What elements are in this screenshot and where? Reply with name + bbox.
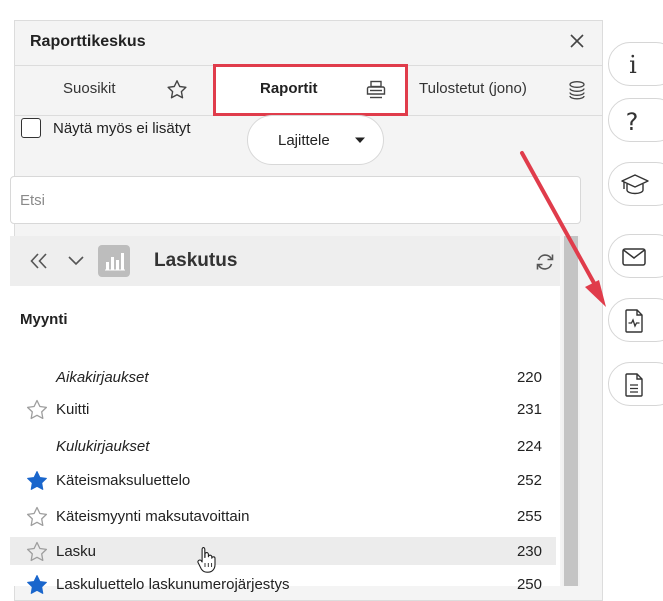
star-outline-icon[interactable] (25, 541, 49, 563)
tab-reports-label: Raportit (260, 80, 318, 97)
report-number: 220 (516, 369, 542, 386)
report-name: Laskuluettelo laskunumerojärjestys (56, 576, 290, 593)
report-row[interactable]: Käteismyynti maksutavoittain 255 (10, 502, 556, 530)
section-title: Myynti (20, 311, 68, 328)
sort-label: Lajittele (278, 132, 330, 149)
show-not-added-checkbox[interactable] (21, 118, 41, 138)
report-row[interactable]: Aikakirjaukset 220 (10, 363, 556, 391)
report-row[interactable]: Laskuluettelo laskunumerojärjestys 250 (10, 570, 556, 598)
refresh-icon[interactable] (534, 251, 556, 273)
report-number: 224 (516, 438, 542, 455)
tab-favorites[interactable]: Suosikit (15, 65, 211, 115)
report-name: Aikakirjaukset (56, 369, 149, 386)
report-number: 231 (516, 401, 542, 418)
report-name: Lasku (56, 543, 97, 560)
info-icon: i (629, 51, 637, 79)
star-filled-icon[interactable] (25, 574, 49, 596)
report-row[interactable]: Kulukirjaukset 224 (10, 432, 556, 460)
close-icon[interactable] (566, 30, 588, 52)
group-header: Laskutus (10, 236, 560, 287)
report-name: Käteismaksuluettelo (56, 472, 191, 489)
tab-favorites-label: Suosikit (63, 80, 116, 97)
report-name: Käteismyynti maksutavoittain (56, 508, 250, 525)
report-name: Kulukirjaukset (56, 438, 150, 455)
report-number: 252 (516, 472, 542, 489)
report-number: 255 (516, 508, 542, 525)
report-row[interactable]: Lasku 230 (10, 537, 556, 565)
documents-button[interactable] (608, 362, 663, 406)
graduation-cap-icon (621, 174, 649, 195)
svg-text:?: ? (626, 108, 639, 135)
show-not-added-label: Näytä myös ei lisätyt (53, 120, 191, 137)
mail-icon (622, 248, 646, 266)
document-icon (625, 373, 643, 397)
star-filled-icon[interactable] (25, 470, 49, 492)
scrollbar-thumb[interactable] (564, 236, 578, 586)
report-group-icon (98, 245, 130, 277)
stack-icon (569, 81, 585, 100)
svg-text:i: i (629, 51, 637, 79)
report-row[interactable]: Kuitti 231 (10, 395, 556, 423)
search-input[interactable] (10, 176, 581, 224)
star-outline-icon (167, 80, 187, 99)
help-icon: ? (626, 108, 639, 135)
report-number: 250 (516, 576, 542, 593)
training-button[interactable] (608, 162, 663, 206)
hand-cursor-icon (197, 546, 216, 573)
tab-bar: Suosikit Raportit Tulostetut (jono) (15, 64, 602, 116)
sort-dropdown[interactable]: Lajittele (247, 115, 384, 165)
star-outline-icon[interactable] (25, 399, 49, 421)
messages-button[interactable] (608, 234, 663, 278)
report-name: Kuitti (56, 401, 90, 418)
reports-button[interactable] (608, 298, 663, 342)
star-outline-icon[interactable] (25, 506, 49, 528)
double-chevron-left-icon[interactable] (28, 251, 50, 271)
caret-down-icon (355, 137, 365, 143)
report-number: 230 (516, 543, 542, 560)
printer-icon (366, 80, 386, 99)
report-row[interactable]: Käteismaksuluettelo 252 (10, 466, 556, 494)
panel-title: Raporttikeskus (30, 33, 146, 50)
tab-printed-queue[interactable]: Tulostetut (jono) (417, 65, 602, 115)
panel-header: Raporttikeskus (15, 21, 602, 66)
tab-printed-queue-label: Tulostetut (jono) (419, 80, 527, 97)
tab-reports[interactable]: Raportit (213, 64, 408, 116)
group-title: Laskutus (154, 250, 238, 271)
chevron-down-icon[interactable] (66, 253, 86, 269)
report-list-scrollbar[interactable] (562, 236, 580, 586)
info-button[interactable]: i (608, 42, 663, 86)
report-chart-icon (625, 309, 643, 333)
help-button[interactable]: ? (608, 98, 663, 142)
